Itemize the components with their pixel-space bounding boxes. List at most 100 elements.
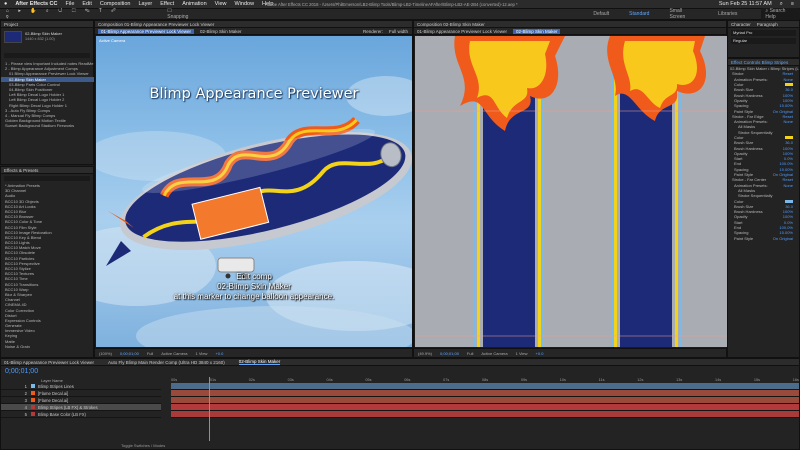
- timeline-tab-auto-fly[interactable]: Auto Fly Blimp Main Render Comp (Ultra H…: [108, 360, 225, 365]
- ec-value[interactable]: 100%: [783, 209, 799, 214]
- apple-icon[interactable]: ●: [4, 1, 7, 7]
- subtab-previewer-right[interactable]: 01-Blimp Appearance Previewer Lock Viewe…: [417, 29, 507, 34]
- layer-name[interactable]: [Flame Decal.ai]: [38, 398, 68, 403]
- ec-value[interactable]: 15.00%: [779, 167, 799, 172]
- playhead[interactable]: [209, 377, 210, 441]
- app-name[interactable]: After Effects CC: [15, 1, 57, 7]
- ec-value[interactable]: On Original: [773, 109, 799, 114]
- tab-comp-right[interactable]: Composition 02-Blimp Skin Maker: [417, 22, 485, 27]
- timeline-footer[interactable]: Toggle Switches / Modes: [121, 443, 165, 448]
- menu-view[interactable]: View: [215, 1, 227, 7]
- left-viewer-canvas[interactable]: Active Camera Blimp Appearance Previewer: [96, 36, 412, 347]
- tab-paragraph[interactable]: Paragraph: [757, 22, 778, 27]
- menu-composition[interactable]: Composition: [100, 1, 131, 7]
- ec-value[interactable]: 100.0%: [779, 225, 799, 230]
- resolution-select-right[interactable]: Full: [467, 351, 473, 356]
- views-select-right[interactable]: 1 View: [516, 351, 528, 356]
- layer-bar[interactable]: [171, 411, 799, 418]
- layer-name[interactable]: Blimp Stripes Lines: [38, 384, 74, 389]
- timeline-tab-skin-maker[interactable]: 02-Blimp Skin Maker: [238, 359, 281, 365]
- zoom-select[interactable]: (100%): [99, 351, 112, 356]
- menu-effect[interactable]: Effect: [160, 1, 174, 7]
- tab-project[interactable]: Project: [4, 22, 18, 27]
- ec-value[interactable]: 36.0: [785, 87, 799, 92]
- ec-value[interactable]: 15.00%: [779, 230, 799, 235]
- subtab-skin-maker-right[interactable]: 02-Blimp Skin Maker: [512, 28, 561, 34]
- layer-bar[interactable]: [171, 383, 799, 390]
- camera-select-right[interactable]: Active Camera: [481, 351, 507, 356]
- subtab-skin-maker[interactable]: 02-Blimp Skin Maker: [200, 29, 242, 34]
- menu-layer[interactable]: Layer: [138, 1, 152, 7]
- tab-comp-left[interactable]: Composition 01-Blimp Appearance Previewe…: [98, 22, 214, 27]
- timeline-tab-previewer[interactable]: 01-Blimp Appearance Previewer Lock Viewe…: [4, 360, 94, 365]
- layer-row[interactable]: 1 Blimp Stripes Lines: [1, 383, 161, 390]
- workspace-standard[interactable]: Standard: [629, 11, 649, 17]
- color-swatch[interactable]: [785, 199, 793, 203]
- effects-search[interactable]: [4, 176, 90, 181]
- tab-effect-controls[interactable]: Effect Controls Blimp Stripes: [731, 60, 788, 65]
- exposure-value[interactable]: +0.0: [215, 351, 223, 356]
- project-item[interactable]: 01 Blimp Appearance Previewer Lock Viewe…: [1, 71, 95, 76]
- workspace-small-screen[interactable]: Small Screen: [669, 8, 698, 20]
- skin-maker-canvas[interactable]: [415, 36, 727, 347]
- exposure-value-right[interactable]: +0.0: [536, 351, 544, 356]
- workspace-default[interactable]: Default: [593, 11, 609, 17]
- menu-animation[interactable]: Animation: [182, 1, 206, 7]
- ec-value[interactable]: 0.0%: [784, 220, 799, 225]
- project-item[interactable]: Sunset Background Stadium Fireworks: [1, 123, 95, 128]
- ec-value[interactable]: None: [783, 77, 799, 82]
- workspace-libraries[interactable]: Libraries: [718, 11, 737, 17]
- layer-row[interactable]: 3 [Flame Decal.ai]: [1, 397, 161, 404]
- tab-effects-presets[interactable]: Effects & Presets: [4, 168, 38, 173]
- ec-value[interactable]: 100%: [783, 146, 799, 151]
- ec-value[interactable]: Reset: [783, 114, 799, 119]
- search-help-field[interactable]: ⌕ Search Help: [761, 8, 800, 20]
- ec-value[interactable]: On Original: [773, 236, 799, 241]
- menu-list-icon[interactable]: ≡: [791, 1, 794, 8]
- ec-row[interactable]: Paint Style On Original: [728, 236, 799, 241]
- tab-character[interactable]: Character: [731, 22, 751, 27]
- font-style-select[interactable]: Regular: [731, 38, 796, 44]
- menu-edit[interactable]: Edit: [82, 1, 91, 7]
- timeline-timecode[interactable]: 0;00;01;00: [5, 368, 38, 375]
- layer-bar[interactable]: [171, 404, 799, 411]
- ec-value[interactable]: 100%: [783, 151, 799, 156]
- timecode-right[interactable]: 0;00;01;00: [440, 351, 459, 356]
- project-search[interactable]: [4, 53, 90, 58]
- ec-value[interactable]: 36.0: [785, 204, 799, 209]
- ec-value[interactable]: Reset: [783, 177, 799, 182]
- snapping-checkbox[interactable]: ☐ Snapping: [167, 8, 193, 20]
- color-swatch[interactable]: [785, 83, 793, 87]
- ec-value[interactable]: 100%: [783, 93, 799, 98]
- layer-row-selected[interactable]: 4 Blimp Stripes (LB FX) & Strokes: [1, 404, 161, 411]
- ec-value[interactable]: Reset: [783, 71, 799, 76]
- layer-row[interactable]: 2 [Flame Decal.ai]: [1, 390, 161, 397]
- resolution-select[interactable]: Full: [147, 351, 153, 356]
- font-family-select[interactable]: Myriad Pro: [731, 30, 796, 36]
- ec-value[interactable]: 100%: [783, 98, 799, 103]
- ec-value[interactable]: 15.00%: [779, 103, 799, 108]
- layer-name[interactable]: Blimp Stripes (LB FX) & Strokes: [38, 405, 98, 410]
- views-select[interactable]: 1 View: [196, 351, 208, 356]
- menu-window[interactable]: Window: [234, 1, 254, 7]
- search-icon[interactable]: ⌕: [780, 1, 783, 8]
- camera-select[interactable]: Active Camera: [161, 351, 187, 356]
- ec-value[interactable]: On Original: [773, 172, 799, 177]
- menu-file[interactable]: File: [66, 1, 75, 7]
- layer-name[interactable]: Blimp Base Color (LB FX): [38, 412, 86, 417]
- layer-bar[interactable]: [171, 390, 799, 397]
- effects-item[interactable]: Noise & Grain: [1, 344, 93, 349]
- color-swatch[interactable]: [785, 136, 793, 139]
- ec-value[interactable]: 100.0%: [779, 161, 799, 166]
- clock[interactable]: Sun Feb 25 11:57 AM: [719, 1, 772, 8]
- layer-bar[interactable]: [171, 397, 799, 404]
- renderer-value[interactable]: Full width: [389, 29, 412, 34]
- ec-value[interactable]: None: [783, 119, 799, 124]
- subtab-previewer[interactable]: 01-Blimp Appearance Previewer Lock Viewe…: [98, 28, 194, 34]
- ec-value[interactable]: 0.0%: [784, 156, 799, 161]
- ec-value[interactable]: 36.0: [785, 140, 799, 145]
- ec-value[interactable]: None: [783, 183, 799, 188]
- layer-name[interactable]: [Flame Decal.ai]: [38, 391, 68, 396]
- ec-value[interactable]: 100%: [783, 214, 799, 219]
- zoom-select-right[interactable]: (49.9%): [418, 351, 432, 356]
